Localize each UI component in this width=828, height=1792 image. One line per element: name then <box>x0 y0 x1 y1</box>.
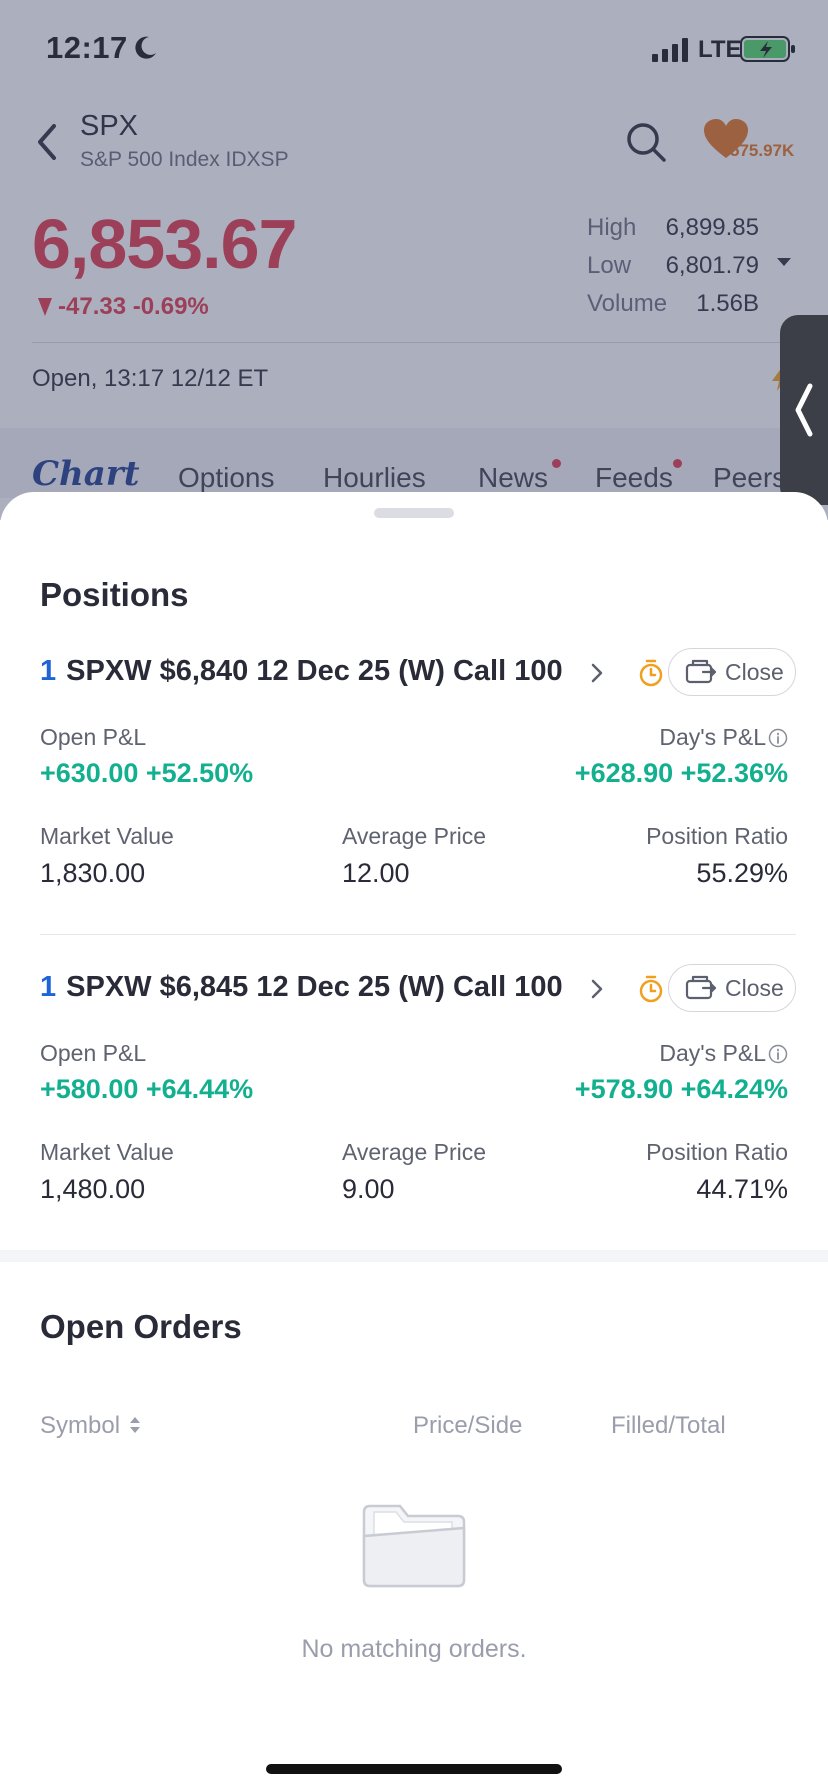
empty-folder-icon <box>362 1504 466 1588</box>
chevron-right-icon[interactable] <box>590 978 604 1000</box>
symbol-column-header[interactable]: Symbol <box>40 1412 142 1440</box>
close-label: Close <box>725 975 784 1001</box>
chevron-left-icon <box>795 383 813 437</box>
close-position-button[interactable]: Close <box>668 964 796 1012</box>
market-value-label: Market Value <box>40 823 174 849</box>
open-pl-label: Open P&L <box>40 724 147 750</box>
open-pl-value: +630.00 +52.50% <box>40 758 254 788</box>
timer-icon[interactable] <box>638 975 664 1003</box>
days-pl-value: +578.90 +64.24% <box>574 1074 788 1104</box>
open-pl-label: Open P&L <box>40 1040 147 1066</box>
close-label: Close <box>725 659 784 685</box>
open-orders-title: Open Orders <box>40 1308 242 1345</box>
position-ratio: 55.29% <box>696 858 788 888</box>
quote-screen-background: 12:17 LTE SPX S&P 500 Index IDXSP 575.97… <box>0 0 828 520</box>
market-value-label: Market Value <box>40 1139 174 1165</box>
close-position-button[interactable]: Close <box>668 648 796 696</box>
position-ratio-label: Position Ratio <box>646 823 788 849</box>
close-position-icon <box>685 659 717 684</box>
days-pl-label[interactable]: Day's P&L <box>659 1040 788 1067</box>
average-price: 9.00 <box>342 1174 395 1204</box>
open-pl-value: +580.00 +64.44% <box>40 1074 254 1104</box>
days-pl-label-text: Day's P&L <box>659 1040 766 1066</box>
days-pl-label-text: Day's P&L <box>659 724 766 750</box>
dim-overlay[interactable] <box>0 0 828 520</box>
position-title[interactable]: 1 SPXW $6,840 12 Dec 25 (W) Call 100 <box>40 655 563 688</box>
price-side-column-header: Price/Side <box>413 1412 523 1439</box>
sheet-grabber[interactable] <box>374 508 454 518</box>
filled-total-column-header: Filled/Total <box>611 1412 726 1439</box>
sort-icon[interactable] <box>128 1415 142 1435</box>
position-ratio: 44.71% <box>696 1174 788 1204</box>
days-pl-value: +628.90 +52.36% <box>574 758 788 788</box>
position-qty: 1 <box>40 971 57 1003</box>
divider <box>40 934 796 935</box>
position-ratio-label: Position Ratio <box>646 1139 788 1165</box>
average-price-label: Average Price <box>342 1139 487 1165</box>
position-contract: SPXW $6,840 12 Dec 25 (W) Call 100 <box>66 655 563 687</box>
days-pl-label[interactable]: Day's P&L <box>659 724 788 751</box>
section-separator <box>0 1250 828 1262</box>
symbol-column-label: Symbol <box>40 1412 121 1439</box>
timer-icon[interactable] <box>638 659 664 687</box>
info-icon[interactable] <box>768 1044 788 1064</box>
average-price: 12.00 <box>342 858 410 888</box>
info-icon[interactable] <box>768 728 788 748</box>
market-value: 1,480.00 <box>40 1174 146 1204</box>
empty-orders-message: No matching orders. <box>301 1635 527 1663</box>
position-contract: SPXW $6,845 12 Dec 25 (W) Call 100 <box>66 971 563 1003</box>
average-price-label: Average Price <box>342 823 487 849</box>
home-indicator[interactable] <box>266 1764 562 1774</box>
close-position-icon <box>685 975 717 1000</box>
position-title[interactable]: 1 SPXW $6,845 12 Dec 25 (W) Call 100 <box>40 971 563 1004</box>
chevron-right-icon[interactable] <box>590 662 604 684</box>
market-value: 1,830.00 <box>40 858 146 888</box>
position-qty: 1 <box>40 655 57 687</box>
positions-title: Positions <box>40 576 189 613</box>
